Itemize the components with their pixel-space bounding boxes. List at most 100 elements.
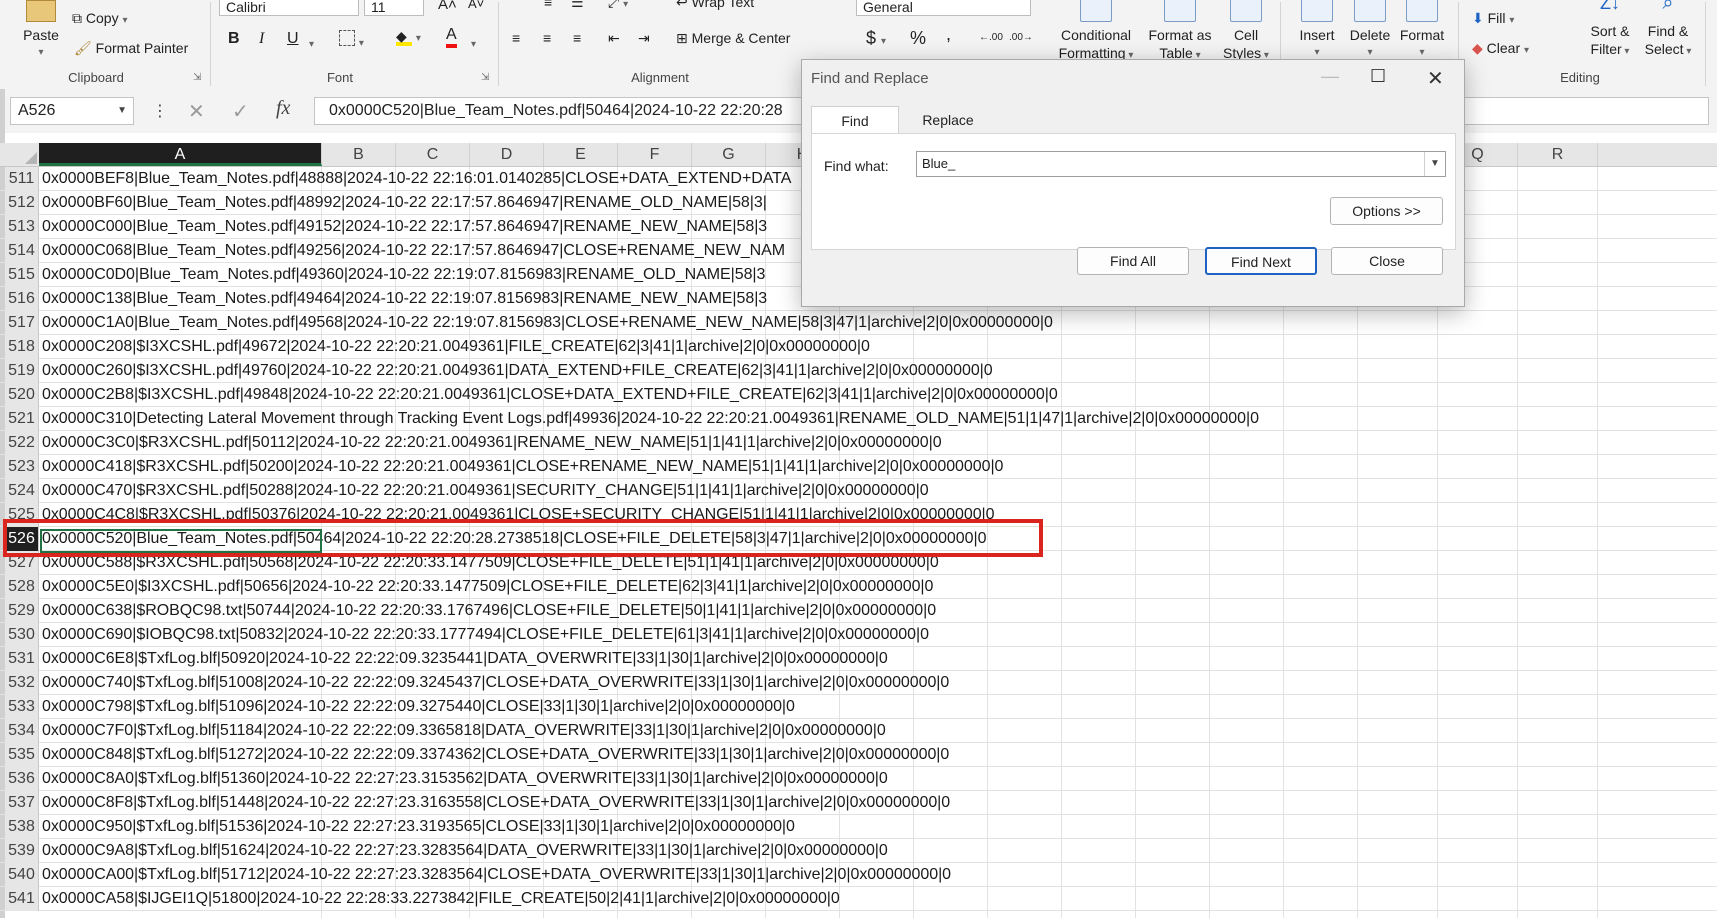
borders-icon[interactable]: ▾ [339, 30, 364, 49]
cell-a[interactable]: 0x0000C638|$ROBQC98.txt|50744|2024-10-22… [42, 599, 936, 623]
orientation-icon[interactable]: ⤢ ▾ [608, 0, 628, 11]
row-header[interactable]: 535 [5, 743, 39, 767]
cell-a[interactable]: 0x0000C138|Blue_Team_Notes.pdf|49464|202… [42, 287, 767, 311]
row-header[interactable]: 531 [5, 647, 39, 671]
cell-a[interactable]: 0x0000C0D0|Blue_Team_Notes.pdf|49360|202… [42, 263, 765, 287]
cell-a[interactable]: 0x0000C7F0|$TxfLog.blf|51184|2024-10-22 … [42, 719, 886, 743]
align-right-icon[interactable]: ≡ [573, 30, 581, 46]
cell-a[interactable]: 0x0000C2B8|$I3XCSHL.pdf|49848|2024-10-22… [42, 383, 1058, 407]
row-header[interactable]: 530 [5, 623, 39, 647]
cell-a[interactable]: 0x0000C260|$I3XCSHL.pdf|49760|2024-10-22… [42, 359, 993, 383]
insert-function-icon[interactable]: fx [276, 97, 290, 120]
align-middle-icon[interactable]: ☰ [571, 0, 584, 11]
row-header[interactable]: 525 [5, 503, 39, 527]
row-header[interactable]: 527 [5, 551, 39, 575]
more-options-icon[interactable]: ⋮ [152, 101, 168, 121]
align-left-icon[interactable]: ≡ [512, 30, 520, 46]
name-box[interactable]: A526 ▼ [10, 97, 134, 125]
close-icon[interactable]: ✕ [1427, 66, 1444, 91]
minimize-icon[interactable]: — [1321, 66, 1339, 87]
cell-a[interactable]: 0x0000CA58|$IJGEI1Q|51800|2024-10-22 22:… [42, 887, 840, 911]
cancel-icon[interactable]: ✕ [188, 99, 205, 124]
column-header-f[interactable]: F [618, 143, 692, 166]
row-header[interactable]: 539 [5, 839, 39, 863]
align-top-icon[interactable]: ≡ [544, 0, 552, 10]
cell-a[interactable]: 0x0000C690|$IOBQC98.txt|50832|2024-10-22… [42, 623, 929, 647]
row-header[interactable]: 532 [5, 671, 39, 695]
increase-font-icon[interactable]: A˄ [438, 0, 457, 13]
row-header[interactable]: 540 [5, 863, 39, 887]
sort-filter-button[interactable]: Z↓ Sort & Filter ▾ [1582, 0, 1638, 61]
fill-button[interactable]: ⬇ Fill ▾ [1472, 10, 1514, 27]
font-size-dropdown[interactable]: 11 [364, 0, 424, 16]
column-header-r[interactable]: R [1518, 143, 1598, 166]
row-header[interactable]: 528 [5, 575, 39, 599]
row-header[interactable]: 534 [5, 719, 39, 743]
paste-button[interactable]: Paste ▾ [18, 0, 64, 62]
find-all-button[interactable]: Find All [1077, 247, 1189, 275]
row-header[interactable]: 515 [5, 263, 39, 287]
close-button[interactable]: Close [1331, 247, 1443, 275]
tab-find[interactable]: Find [811, 106, 899, 134]
cell-a[interactable]: 0x0000C848|$TxfLog.blf|51272|2024-10-22 … [42, 743, 949, 767]
row-header[interactable]: 536 [5, 767, 39, 791]
cell-a[interactable]: 0x0000C950|$TxfLog.blf|51536|2024-10-22 … [42, 815, 795, 839]
fill-color-icon[interactable]: ◆ ▾ [396, 28, 421, 46]
row-header[interactable]: 538 [5, 815, 39, 839]
cell-a[interactable]: 0x0000C520|Blue_Team_Notes.pdf|50464|202… [42, 527, 986, 551]
cell-a[interactable]: 0x0000C798|$TxfLog.blf|51096|2024-10-22 … [42, 695, 795, 719]
cell-a[interactable]: 0x0000C470|$R3XCSHL.pdf|50288|2024-10-22… [42, 479, 929, 503]
wrap-text-button[interactable]: ↩ Wrap Text [676, 0, 754, 11]
column-header-a[interactable]: A [39, 143, 322, 166]
cell-a[interactable]: 0x0000C418|$R3XCSHL.pdf|50200|2024-10-22… [42, 455, 1003, 479]
row-header[interactable]: 521 [5, 407, 39, 431]
cell-a[interactable]: 0x0000C588|$R3XCSHL.pdf|50568|2024-10-22… [42, 551, 939, 575]
row-header[interactable]: 522 [5, 431, 39, 455]
format-painter-button[interactable]: 🖌 Format Painter [74, 40, 188, 57]
cell-a[interactable]: 0x0000C5E0|$I3XCSHL.pdf|50656|2024-10-22… [42, 575, 933, 599]
cell-a[interactable]: 0x0000C068|Blue_Team_Notes.pdf|49256|202… [42, 239, 785, 263]
font-color-button[interactable]: A [446, 26, 457, 48]
row-header[interactable]: 537 [5, 791, 39, 815]
increase-indent-icon[interactable]: ⇥ [638, 30, 650, 47]
enter-icon[interactable]: ✓ [232, 99, 249, 124]
row-header[interactable]: 526 [5, 527, 39, 551]
row-header[interactable]: 519 [5, 359, 39, 383]
row-header[interactable]: 524 [5, 479, 39, 503]
column-header-g[interactable]: G [692, 143, 766, 166]
row-header[interactable]: 529 [5, 599, 39, 623]
column-header-b[interactable]: B [322, 143, 396, 166]
percent-button[interactable]: % [910, 28, 926, 49]
dialog-launcher-icon[interactable]: ⇲ [193, 72, 201, 83]
decrease-font-icon[interactable]: A˅ [468, 0, 484, 11]
row-header[interactable]: 520 [5, 383, 39, 407]
currency-button[interactable]: $ ▾ [866, 28, 886, 49]
cell-a[interactable]: 0x0000C9A8|$TxfLog.blf|51624|2024-10-22 … [42, 839, 888, 863]
column-header-c[interactable]: C [396, 143, 470, 166]
font-name-dropdown[interactable]: Calibri [219, 0, 359, 16]
cell-a[interactable]: 0x0000BF60|Blue_Team_Notes.pdf|48992|202… [42, 191, 767, 215]
increase-decimal-button[interactable]: ←.00 [979, 32, 1003, 43]
dialog-launcher-icon[interactable]: ⇲ [481, 72, 489, 83]
row-header[interactable]: 513 [5, 215, 39, 239]
format-as-table-button[interactable]: Format as Table ▾ [1142, 0, 1218, 65]
cell-a[interactable]: 0x0000C000|Blue_Team_Notes.pdf|49152|202… [42, 215, 767, 239]
cell-a[interactable]: 0x0000C3C0|$R3XCSHL.pdf|50112|2024-10-22… [42, 431, 942, 455]
row-header[interactable]: 518 [5, 335, 39, 359]
maximize-icon[interactable]: ☐ [1370, 66, 1386, 87]
cell-a[interactable]: 0x0000C4C8|$R3XCSHL.pdf|50376|2024-10-22… [42, 503, 995, 527]
number-format-dropdown[interactable]: General [856, 0, 1031, 16]
chevron-down-icon[interactable]: ▼ [117, 98, 127, 124]
cell-a[interactable]: 0x0000C8F8|$TxfLog.blf|51448|2024-10-22 … [42, 791, 950, 815]
italic-button[interactable]: I [259, 30, 264, 48]
format-cells-button[interactable]: Format ▾ [1394, 0, 1450, 62]
row-header[interactable]: 512 [5, 191, 39, 215]
find-next-button[interactable]: Find Next [1205, 247, 1317, 275]
options-button[interactable]: Options >> [1330, 197, 1443, 225]
decrease-indent-icon[interactable]: ⇤ [608, 30, 620, 47]
row-header[interactable]: 514 [5, 239, 39, 263]
row-header[interactable]: 517 [5, 311, 39, 335]
cell-a[interactable]: 0x0000C6E8|$TxfLog.blf|50920|2024-10-22 … [42, 647, 888, 671]
cell-a[interactable]: 0x0000C208|$I3XCSHL.pdf|49672|2024-10-22… [42, 335, 870, 359]
comma-button[interactable]: , [946, 24, 951, 45]
